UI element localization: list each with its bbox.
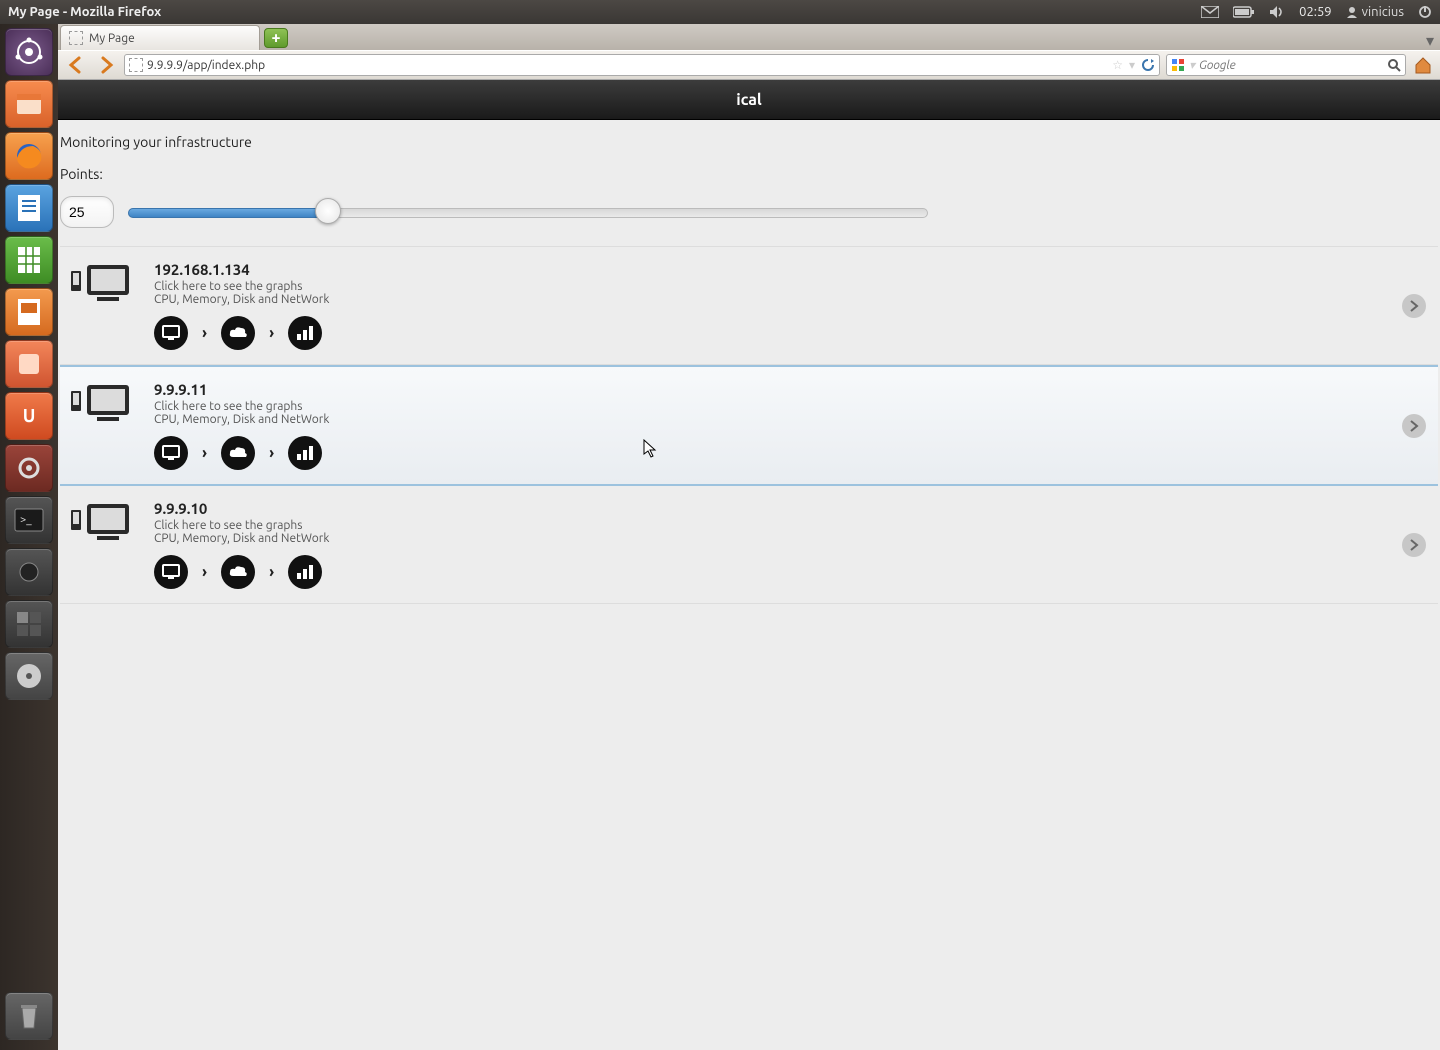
launcher-settings[interactable] (5, 444, 53, 492)
launcher-trash[interactable] (5, 992, 53, 1040)
tabs-dropdown[interactable]: ▾ (1420, 31, 1440, 50)
page-header: ical (58, 80, 1440, 120)
search-go-icon[interactable] (1387, 58, 1401, 72)
forward-button[interactable] (94, 53, 118, 77)
chevron-right-icon: › (269, 324, 274, 342)
host-metrics: CPU, Memory, Disk and NetWork (154, 293, 329, 306)
host-list: 192.168.1.134 Click here to see the graph… (60, 246, 1438, 604)
chevron-right-icon: › (202, 324, 207, 342)
launcher-workspaces[interactable] (5, 600, 53, 648)
host-device-icon (64, 500, 136, 544)
chevron-right-icon[interactable] (1402, 533, 1426, 557)
chart-icon[interactable] (288, 555, 322, 589)
chevron-right-icon: › (202, 444, 207, 462)
svg-text:U: U (23, 406, 36, 426)
chevron-right-icon: › (269, 444, 274, 462)
points-label: Points: (60, 158, 1438, 190)
launcher-disc[interactable] (5, 652, 53, 700)
monitor-icon[interactable] (154, 316, 188, 350)
battery-icon[interactable] (1233, 6, 1255, 18)
chevron-right-icon: › (202, 563, 207, 581)
url-text: 9.9.9.9/app/index.php (147, 59, 265, 72)
host-metrics: CPU, Memory, Disk and NetWork (154, 532, 329, 545)
cloud-icon[interactable] (221, 436, 255, 470)
chevron-right-icon: › (269, 563, 274, 581)
cloud-icon[interactable] (221, 316, 255, 350)
new-tab-button[interactable]: + (264, 28, 288, 48)
url-bar[interactable]: 9.9.9.9/app/index.php ☆ ▾ (124, 54, 1160, 76)
user-menu[interactable]: vinicius (1346, 5, 1404, 19)
monitor-icon[interactable] (154, 436, 188, 470)
power-icon[interactable] (1418, 5, 1432, 19)
tab-bar: My Page + ▾ (58, 24, 1440, 50)
chevron-right-icon[interactable] (1402, 294, 1426, 318)
host-hint: Click here to see the graphs (154, 400, 329, 413)
chevron-right-icon[interactable] (1402, 414, 1426, 438)
svg-text:>_: >_ (20, 514, 32, 526)
page-content: ical Monitoring your infrastructure Poin… (58, 80, 1440, 1050)
launcher-app2[interactable] (5, 548, 53, 596)
window-title: My Page - Mozilla Firefox (8, 5, 161, 19)
host-ip: 9.9.9.11 (154, 381, 329, 398)
search-bar[interactable]: ▾ Google (1166, 54, 1406, 76)
search-placeholder: Google (1199, 59, 1236, 72)
host-hint: Click here to see the graphs (154, 280, 329, 293)
launcher-impress[interactable] (5, 288, 53, 336)
launcher-files[interactable] (5, 80, 53, 128)
mail-icon[interactable] (1201, 6, 1219, 18)
host-device-icon (64, 381, 136, 425)
host-hint: Click here to see the graphs (154, 519, 329, 532)
launcher-writer[interactable] (5, 184, 53, 232)
host-item[interactable]: 192.168.1.134 Click here to see the graph… (60, 247, 1438, 365)
cloud-icon[interactable] (221, 555, 255, 589)
host-ip: 9.9.9.10 (154, 500, 329, 517)
tab-title: My Page (89, 32, 135, 45)
nav-toolbar: 9.9.9.9/app/index.php ☆ ▾ ▾ Google (58, 50, 1440, 80)
host-item[interactable]: 9.9.9.11 Click here to see the graphsCPU,… (60, 365, 1438, 486)
clock[interactable]: 02:59 (1299, 5, 1332, 19)
host-metrics: CPU, Memory, Disk and NetWork (154, 413, 329, 426)
points-input[interactable] (60, 196, 114, 228)
launcher-firefox[interactable] (5, 132, 53, 180)
browser-tab[interactable]: My Page (60, 25, 260, 50)
launcher-dash[interactable] (5, 28, 53, 76)
home-button[interactable] (1412, 54, 1434, 76)
launcher-ubuntuone[interactable]: U (5, 392, 53, 440)
host-ip: 192.168.1.134 (154, 261, 329, 278)
host-item[interactable]: 9.9.9.10 Click here to see the graphsCPU,… (60, 486, 1438, 604)
launcher-app1[interactable] (5, 340, 53, 388)
google-icon (1171, 58, 1185, 72)
back-button[interactable] (64, 53, 88, 77)
reload-icon[interactable] (1141, 58, 1155, 72)
ubuntu-top-panel: My Page - Mozilla Firefox 02:59 vinicius (0, 0, 1440, 24)
launcher-calc[interactable] (5, 236, 53, 284)
points-slider[interactable] (128, 204, 928, 220)
monitor-icon[interactable] (154, 555, 188, 589)
launcher-terminal[interactable]: >_ (5, 496, 53, 544)
page-subtitle: Monitoring your infrastructure (60, 120, 1438, 158)
tab-favicon (69, 31, 83, 45)
host-device-icon (64, 261, 136, 305)
bookmark-star-icon[interactable]: ☆ (1112, 58, 1123, 72)
username: vinicius (1362, 5, 1404, 19)
site-identity-icon (129, 58, 143, 72)
chart-icon[interactable] (288, 316, 322, 350)
sound-icon[interactable] (1269, 5, 1285, 19)
chart-icon[interactable] (288, 436, 322, 470)
unity-launcher: U >_ (0, 24, 58, 1050)
firefox-window: My Page + ▾ 9.9.9.9/app/index.php ☆ ▾ ▾ … (58, 24, 1440, 1050)
